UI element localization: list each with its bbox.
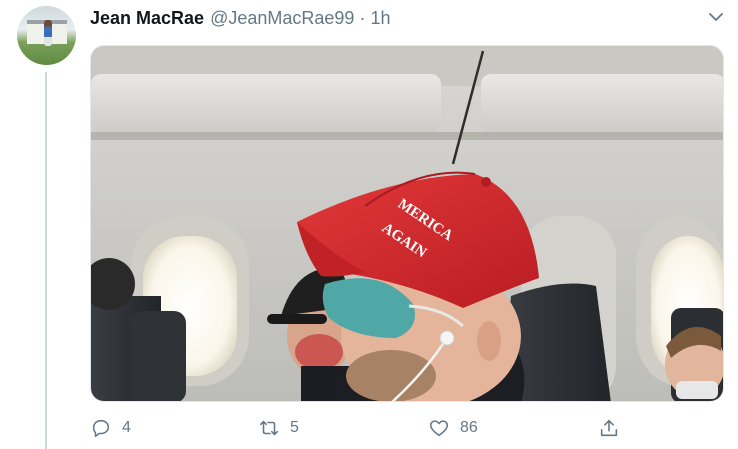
- retweet-icon: [259, 420, 279, 436]
- like-button[interactable]: 86: [428, 414, 478, 442]
- reply-button[interactable]: 4: [90, 414, 131, 442]
- avatar-person-shape: [44, 20, 52, 46]
- thread-line: [45, 72, 47, 449]
- heart-icon: [429, 420, 449, 437]
- airplane-cabin-photo: MERICA AGAIN: [91, 46, 723, 401]
- reply-icon: [92, 419, 110, 438]
- share-button[interactable]: [598, 414, 620, 442]
- author-handle[interactable]: @JeanMacRae99: [210, 8, 354, 29]
- like-count: 86: [460, 419, 478, 436]
- header-separator: ·: [359, 7, 366, 28]
- author-name[interactable]: Jean MacRae: [90, 8, 204, 29]
- more-options-button[interactable]: [706, 10, 726, 26]
- retweet-button[interactable]: 5: [258, 414, 299, 442]
- tweet-header: Jean MacRae @JeanMacRae99 · 1h: [90, 6, 390, 30]
- tweet-photo[interactable]: MERICA AGAIN: [90, 45, 724, 402]
- reply-count: 4: [122, 419, 131, 436]
- tweet-timestamp[interactable]: 1h: [370, 8, 390, 29]
- avatar[interactable]: [17, 6, 76, 65]
- retweet-count: 5: [290, 419, 299, 436]
- share-icon: [600, 419, 618, 437]
- chevron-down-icon: [709, 13, 723, 21]
- tweet-actions: 4 5 86: [90, 414, 630, 442]
